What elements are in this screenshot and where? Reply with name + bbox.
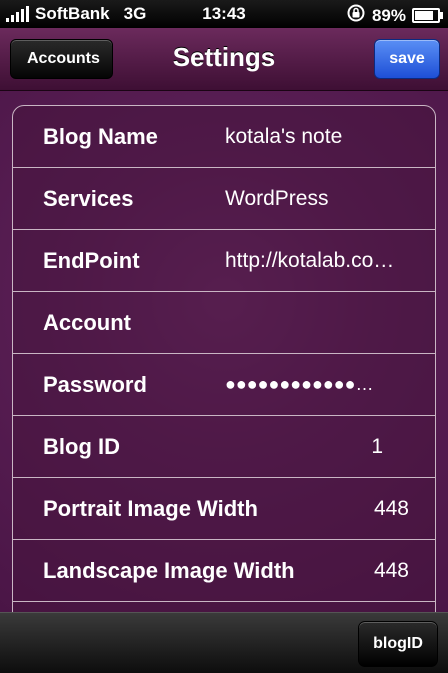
row-endpoint[interactable]: EndPoint http://kotalab.co…	[13, 230, 435, 292]
row-value: ●●●●●●●●●●●●…	[225, 374, 374, 394]
battery-percent: 89%	[371, 5, 406, 25]
save-button-label: save	[389, 50, 425, 67]
row-label: Blog ID	[43, 434, 120, 459]
bottom-toolbar: blogID	[0, 612, 448, 673]
save-button[interactable]: save	[374, 39, 440, 79]
row-label: Services	[43, 186, 134, 211]
row-blog-name[interactable]: Blog Name kotala's note	[13, 106, 435, 168]
row-label: Blog Name	[43, 124, 158, 149]
blogid-button[interactable]: blogID	[358, 621, 438, 667]
row-label: Account	[43, 310, 131, 335]
settings-content: Blog Name kotala's note Services WordPre…	[0, 91, 448, 612]
row-value: 448	[373, 559, 409, 582]
row-partial[interactable]	[13, 602, 435, 612]
row-blog-id[interactable]: Blog ID 1	[13, 416, 435, 478]
row-value: http://kotalab.co…	[225, 249, 395, 272]
row-portrait-width[interactable]: Portrait Image Width 448	[13, 478, 435, 540]
blogid-button-label: blogID	[373, 635, 423, 652]
row-value: 448	[373, 497, 409, 520]
row-password[interactable]: Password ●●●●●●●●●●●●…	[13, 354, 435, 416]
navigation-bar: Accounts Settings save	[0, 28, 448, 91]
row-value: 1	[371, 435, 383, 458]
row-label: EndPoint	[43, 248, 140, 273]
row-label: Password	[43, 372, 147, 397]
row-landscape-width[interactable]: Landscape Image Width 448	[13, 540, 435, 602]
row-services[interactable]: Services WordPress	[13, 168, 435, 230]
row-account[interactable]: Account	[13, 292, 435, 354]
rotation-lock-icon	[346, 4, 366, 27]
settings-table: Blog Name kotala's note Services WordPre…	[12, 105, 436, 612]
row-value: WordPress	[225, 187, 329, 210]
status-right: 89%	[346, 4, 443, 27]
status-bar: SoftBank 3G 13:43 89%	[0, 0, 448, 28]
row-value: kotala's note	[225, 125, 343, 148]
battery-icon	[412, 8, 443, 23]
